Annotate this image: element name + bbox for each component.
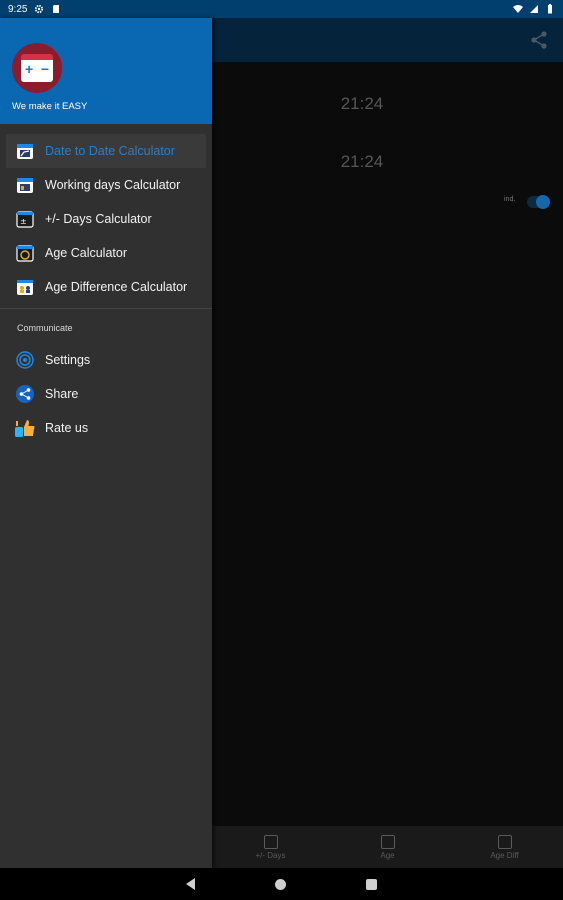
menu-item-working-days[interactable]: Working days Calculator (0, 168, 212, 202)
bottom-nav-label: Age (380, 850, 395, 860)
communicate-section-title: Communicate (17, 323, 73, 333)
share-icon (14, 383, 36, 405)
include-toggle[interactable] (527, 195, 550, 209)
drawer-header: + − We make it EASY (0, 18, 212, 124)
system-navigation-bar (0, 868, 563, 900)
menu-item-age-difference[interactable]: Age Difference Calculator (0, 270, 212, 304)
age-diff-icon (497, 834, 512, 849)
menu-item-plus-minus-days[interactable]: ± +/- Days Calculator (0, 202, 212, 236)
working-days-icon (14, 174, 36, 196)
menu-item-date-to-date[interactable]: Date to Date Calculator (6, 134, 206, 168)
days-icon (263, 834, 278, 849)
menu-item-label: Share (45, 387, 79, 401)
battery-icon (548, 4, 552, 14)
bottom-nav-label: Age Diff (490, 850, 519, 860)
share-icon (531, 31, 547, 49)
status-time: 9:25 (8, 3, 28, 15)
bottom-nav-label: +/- Days (255, 850, 286, 860)
drawer-menu: Date to Date Calculator Working days Cal… (0, 124, 212, 445)
toolbar-share-button[interactable] (527, 28, 551, 52)
navigation-drawer: + − We make it EASY Date to Date Calculat… (0, 18, 212, 868)
start-time[interactable]: 21:24 (212, 94, 512, 114)
bottom-nav-days[interactable]: +/- Days (212, 826, 329, 868)
back-icon[interactable] (186, 878, 195, 890)
menu-item-age-calculator[interactable]: Age Calculator (0, 236, 212, 270)
home-icon[interactable] (275, 878, 286, 890)
age-calculator-icon (14, 242, 36, 264)
calendar-icon: + − (21, 54, 53, 82)
menu-item-label: Rate us (45, 421, 89, 435)
toggle-label: ind. (504, 196, 516, 203)
drawer-tagline: We make it EASY (12, 101, 88, 112)
menu-item-label: Working days Calculator (45, 178, 181, 192)
bottom-navigation: +/- Days Age Age Diff (212, 826, 563, 868)
toggle-knob (536, 195, 550, 209)
menu-item-label: Settings (45, 353, 91, 367)
svg-text:±: ± (20, 217, 27, 226)
menu-item-label: Age Calculator (45, 246, 127, 260)
date-to-date-icon (14, 140, 36, 162)
recents-icon[interactable] (366, 878, 377, 890)
plus-minus-days-icon: ± (14, 208, 36, 230)
bottom-nav-age-diff[interactable]: Age Diff (446, 826, 563, 868)
bottom-nav-age[interactable]: Age (329, 826, 446, 868)
signal-icon (530, 5, 538, 13)
age-icon (380, 834, 395, 849)
end-time[interactable]: 21:24 (212, 152, 512, 172)
wifi-icon (513, 5, 523, 13)
sd-card-icon (53, 5, 60, 13)
menu-item-label: +/- Days Calculator (45, 212, 152, 226)
menu-item-label: Date to Date Calculator (45, 144, 175, 158)
age-difference-icon (14, 276, 36, 298)
settings-icon (14, 349, 36, 371)
menu-item-rate-us[interactable]: Rate us (0, 411, 212, 445)
app-logo: + − (12, 43, 62, 93)
thumbs-up-icon (14, 417, 36, 439)
menu-item-settings[interactable]: Settings (0, 343, 212, 377)
menu-item-label: Age Difference Calculator (45, 280, 188, 294)
gear-icon (35, 4, 44, 14)
menu-item-share[interactable]: Share (0, 377, 212, 411)
status-bar: 9:25 (0, 0, 563, 18)
